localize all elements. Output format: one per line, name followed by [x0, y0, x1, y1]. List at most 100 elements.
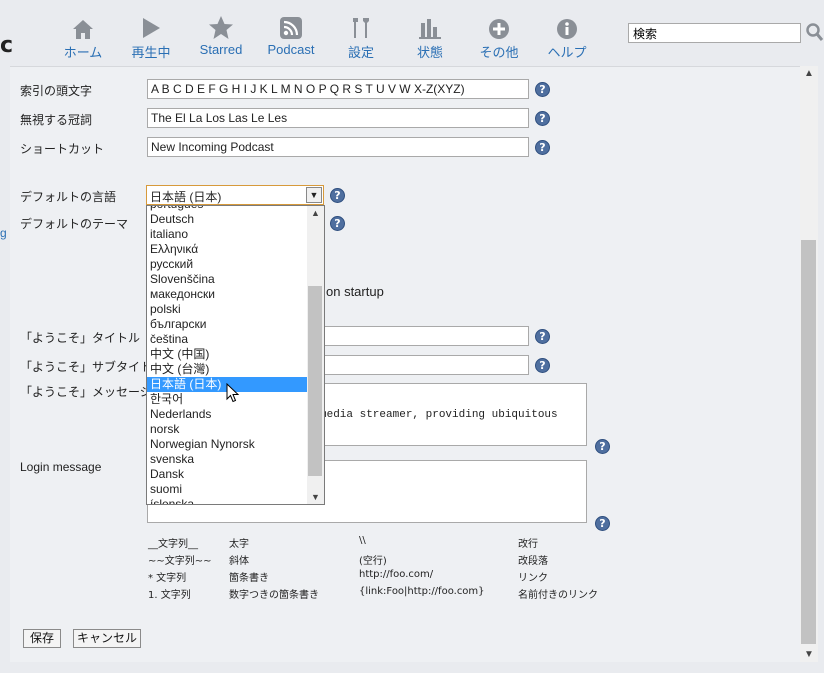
language-option[interactable]: русский: [147, 257, 307, 272]
dropdown-scroll-thumb[interactable]: [308, 286, 322, 476]
nav-settings[interactable]: 設定: [326, 14, 396, 61]
language-option[interactable]: norsk: [147, 422, 307, 437]
shortcut-input[interactable]: New Incoming Podcast: [147, 137, 529, 157]
help-icon[interactable]: ?: [595, 439, 610, 454]
bottom-edge: [0, 662, 824, 673]
language-option[interactable]: Ελληνικά: [147, 242, 307, 257]
top-navigation-bar: c ホーム 再生中 Starred Podcast 設定 状態 その他 ヘルプ: [0, 0, 824, 66]
language-option[interactable]: italiano: [147, 227, 307, 242]
help-icon[interactable]: ?: [535, 329, 550, 344]
nav-home[interactable]: ホーム: [48, 14, 118, 61]
language-option[interactable]: 中文 (中国): [147, 347, 307, 362]
help-icon[interactable]: ?: [535, 111, 550, 126]
language-option[interactable]: македонски: [147, 287, 307, 302]
nav-status[interactable]: 状態: [395, 14, 465, 61]
language-option[interactable]: Dansk: [147, 467, 307, 482]
language-options: portuguêsDeutschitalianoΕλληνικάрусскийS…: [147, 206, 307, 504]
language-option[interactable]: Deutsch: [147, 212, 307, 227]
nav-starred[interactable]: Starred: [186, 14, 256, 57]
markup-syntax: __文字列__: [148, 539, 198, 550]
markup-syntax: ~~文字列~~: [148, 556, 212, 567]
nav-help[interactable]: ヘルプ: [532, 14, 602, 61]
help-icon[interactable]: ?: [595, 516, 610, 531]
markup-meaning: 改段落: [518, 556, 548, 567]
language-option[interactable]: Nederlands: [147, 407, 307, 422]
login-message-label: Login message: [20, 460, 102, 474]
search-icon[interactable]: [806, 22, 824, 42]
help-icon[interactable]: ?: [330, 216, 345, 231]
markup-syntax: 1. 文字列: [148, 590, 191, 601]
ignore-articles-input[interactable]: The El La Los Las Le Les: [147, 108, 529, 128]
language-dropdown-list[interactable]: portuguêsDeutschitalianoΕλληνικάрусскийS…: [146, 205, 325, 505]
language-select-value: 日本語 (日本): [150, 190, 222, 204]
help-icon[interactable]: ?: [330, 188, 345, 203]
nav-more-label: その他: [479, 45, 519, 60]
language-option[interactable]: Norwegian Nynorsk: [147, 437, 307, 452]
language-option[interactable]: Slovenščina: [147, 272, 307, 287]
page-scrollbar[interactable]: ▲ ▼: [800, 66, 818, 662]
markup-syntax: * 文字列: [148, 573, 187, 584]
info-icon: [557, 19, 577, 39]
help-icon[interactable]: ?: [535, 82, 550, 97]
cancel-button[interactable]: キャンセル: [73, 629, 141, 648]
startup-text-fragment: on startup: [326, 284, 384, 299]
markup-syntax: (空行): [359, 556, 387, 567]
markup-meaning: 斜体: [229, 556, 249, 567]
language-option[interactable]: български: [147, 317, 307, 332]
chevron-down-icon[interactable]: ▼: [306, 187, 322, 203]
language-option[interactable]: svenska: [147, 452, 307, 467]
markup-syntax: {link:Foo|http://foo.com}: [359, 586, 485, 597]
nav-now-playing-label: 再生中: [131, 45, 171, 60]
scroll-up-arrow-icon[interactable]: ▲: [804, 68, 814, 79]
nav-podcast[interactable]: Podcast: [256, 14, 326, 57]
nav-settings-label: 設定: [347, 45, 374, 60]
markup-syntax: \\: [359, 535, 366, 546]
markup-meaning: 箇条書き: [229, 573, 269, 584]
nav-now-playing[interactable]: 再生中: [116, 14, 186, 61]
settings-tools-icon: [353, 18, 369, 38]
markup-syntax: http://foo.com/: [359, 569, 434, 580]
nav-help-label: ヘルプ: [547, 45, 587, 60]
nav-starred-label: Starred: [199, 42, 243, 57]
welcome-message-text: media streamer, providing ubiquitous: [320, 409, 558, 421]
language-option[interactable]: čeština: [147, 332, 307, 347]
language-option[interactable]: suomi: [147, 482, 307, 497]
help-icon[interactable]: ?: [535, 140, 550, 155]
language-option[interactable]: polski: [147, 302, 307, 317]
markup-meaning: 改行: [518, 539, 538, 550]
language-option[interactable]: íslenska: [147, 497, 307, 504]
star-icon: [209, 16, 233, 39]
markup-meaning: 名前付きのリンク: [518, 590, 598, 601]
save-button[interactable]: 保存: [23, 629, 61, 648]
bar-chart-icon: [419, 19, 441, 39]
index-input[interactable]: A B C D E F G H I J K L M N O P Q R S T …: [147, 79, 529, 99]
search-input[interactable]: [628, 23, 801, 43]
help-icon[interactable]: ?: [535, 358, 550, 373]
welcome-subtitle-label: 「ようこそ」サブタイトル: [20, 360, 165, 374]
ignore-articles-label: 無視する冠詞: [20, 113, 93, 127]
home-icon: [73, 20, 93, 39]
scroll-down-arrow-icon[interactable]: ▼: [804, 649, 814, 660]
nav-home-label: ホーム: [63, 45, 103, 60]
language-option[interactable]: 中文 (台灣): [147, 362, 307, 377]
shortcut-label: ショートカット: [20, 142, 105, 156]
dropdown-scrollbar[interactable]: ▲ ▼: [307, 206, 324, 504]
mouse-cursor-icon: [226, 383, 240, 403]
language-label: デフォルトの言語: [20, 190, 117, 204]
play-icon: [143, 18, 160, 38]
welcome-message-label: 「ようこそ」メッセージ: [20, 385, 152, 399]
left-link-fragment[interactable]: g: [0, 226, 7, 240]
nav-more[interactable]: その他: [464, 14, 534, 61]
language-select[interactable]: 日本語 (日本) ▼: [146, 185, 324, 205]
podcast-icon: [280, 17, 302, 39]
plus-circle-icon: [489, 19, 509, 39]
scroll-down-arrow-icon[interactable]: ▼: [311, 492, 320, 502]
welcome-title-label: 「ようこそ」タイトル: [20, 331, 141, 345]
scroll-up-arrow-icon[interactable]: ▲: [311, 208, 320, 218]
index-label: 索引の頭文字: [20, 84, 93, 98]
nav-status-label: 状態: [416, 45, 443, 60]
markup-meaning: 数字つきの箇条書き: [229, 590, 319, 601]
language-option[interactable]: português: [147, 206, 307, 212]
scroll-thumb[interactable]: [801, 240, 816, 644]
markup-meaning: 太字: [229, 539, 249, 550]
